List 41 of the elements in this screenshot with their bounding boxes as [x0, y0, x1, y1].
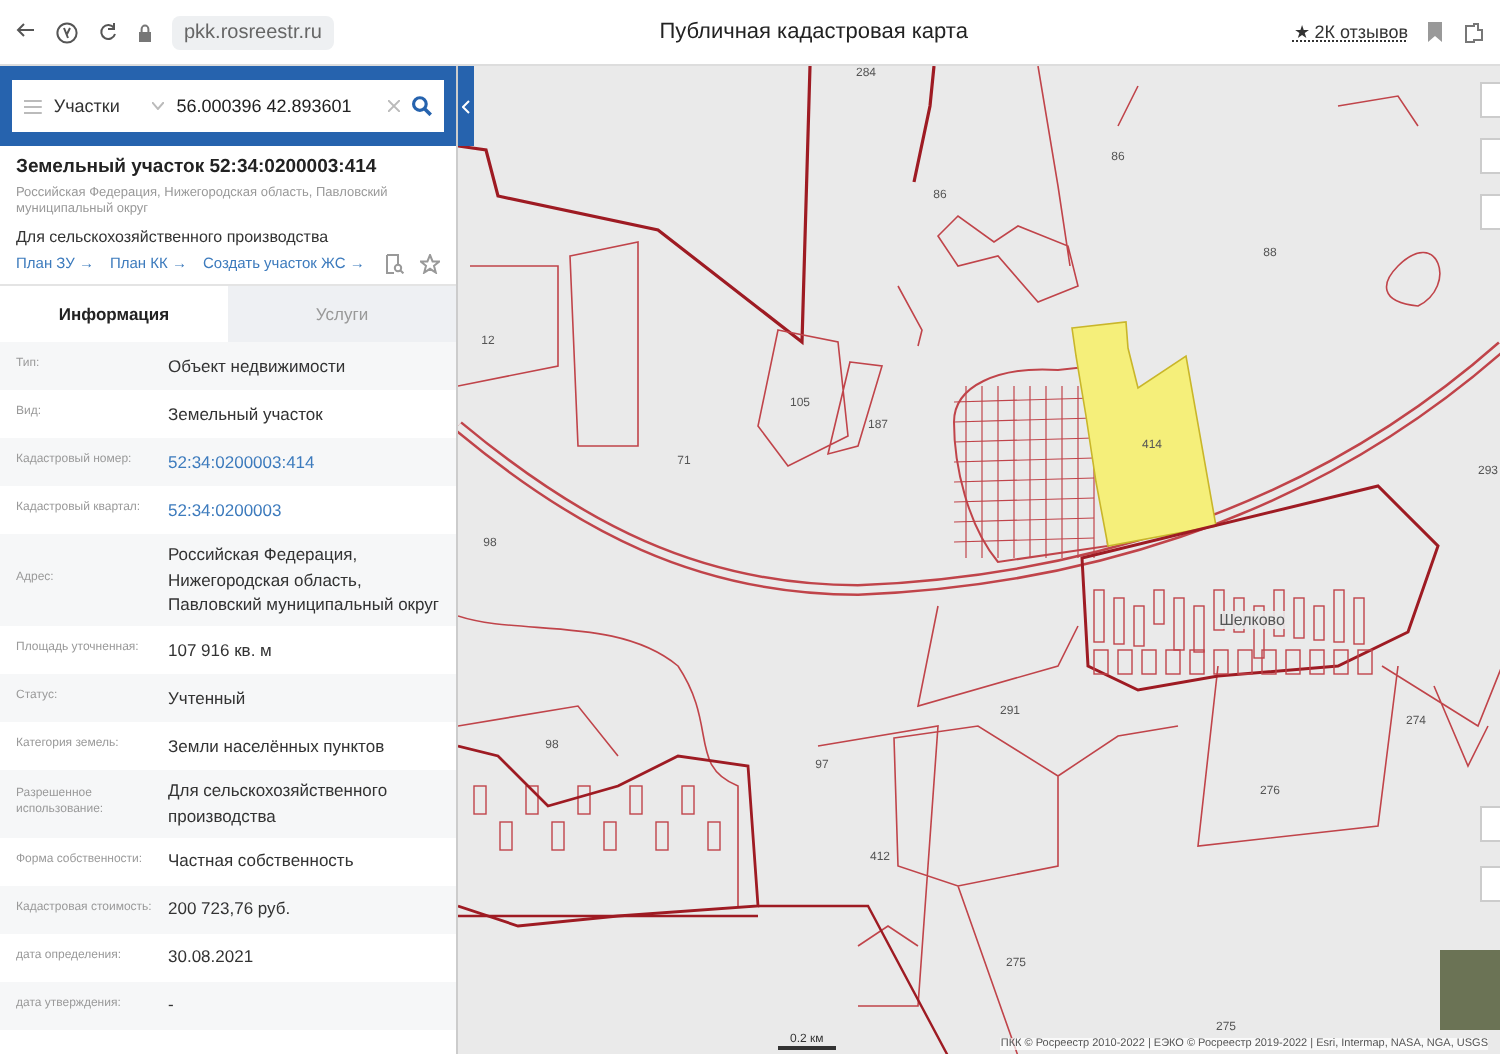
reviews-link[interactable]: ★ 2К отзывов — [1293, 22, 1408, 42]
extension-icon[interactable] — [1462, 21, 1484, 43]
bookmark-icon[interactable] — [1428, 22, 1442, 42]
field-value: Частная собственность — [168, 848, 354, 874]
map-control-button[interactable] — [1480, 82, 1500, 118]
collapse-panel-button[interactable] — [458, 66, 474, 146]
field-value: Для сельскохозяйственного производства — [168, 778, 390, 830]
map-control-button[interactable] — [1480, 866, 1500, 902]
field-value: 30.08.2021 — [168, 944, 254, 970]
field-value-link[interactable]: 52:34:0200003 — [168, 497, 282, 523]
field-value: 107 916 кв. м — [168, 637, 272, 663]
map-control-button[interactable] — [1480, 138, 1500, 174]
field-value: Российская Федерация, Нижегородская область, Павловский муниципальный округ — [168, 541, 440, 619]
satellite-thumbnail[interactable] — [1440, 950, 1500, 1030]
layer-select[interactable]: Участки — [53, 96, 141, 116]
parcel-number-label: Шелково — [1219, 611, 1285, 629]
field-value: Земельный участок — [168, 401, 323, 427]
search-field[interactable]: Участки 56.000396 42.893601 — [12, 80, 444, 132]
reload-icon[interactable] — [98, 22, 118, 42]
page-title: Публичная кадастровая карта — [657, 20, 970, 44]
url-field[interactable]: pkk.rosreestr.ru — [172, 15, 334, 49]
parcel-title: Земельный участок 52:34:0200003:414 — [16, 156, 379, 178]
chevron-left-icon[interactable] — [462, 99, 470, 113]
clear-icon[interactable] — [388, 100, 401, 112]
star-icon[interactable] — [420, 253, 440, 274]
map-control-button[interactable] — [1480, 194, 1500, 230]
field-value-link[interactable]: 52:34:0200003:414 — [168, 449, 315, 475]
field-value: Объект недвижимости — [168, 353, 346, 379]
lock-icon — [138, 23, 152, 41]
document-search-icon[interactable] — [386, 253, 404, 274]
chevron-down-icon[interactable] — [152, 102, 165, 110]
field-value: Земли населённых пунктов — [168, 733, 385, 759]
search-icon[interactable] — [412, 96, 432, 116]
parcel-purpose: Для сельскохозяйственного производства — [16, 227, 331, 246]
field-value: - — [168, 992, 174, 1018]
browser-logo-icon[interactable] — [56, 21, 78, 43]
field-value: Учтенный — [168, 685, 246, 711]
menu-icon[interactable] — [24, 99, 42, 113]
panel-tab[interactable]: Услуги — [228, 285, 456, 342]
field-value: 200 723,76 руб. — [168, 896, 291, 922]
map-control-button[interactable] — [1480, 806, 1500, 842]
